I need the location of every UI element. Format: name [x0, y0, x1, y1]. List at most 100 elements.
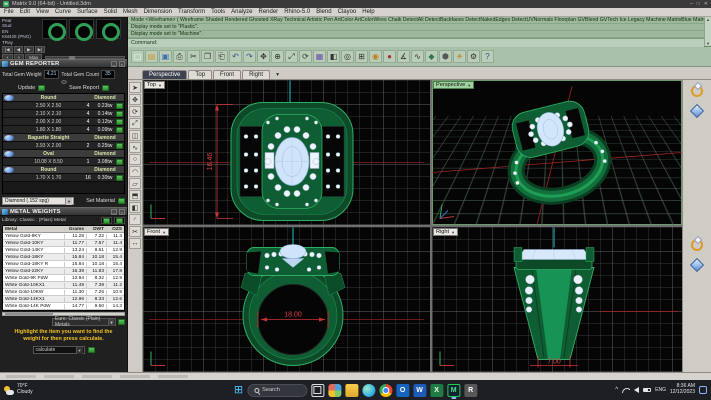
metal-table-row[interactable]: Yellow Gold-18KY 15.84 10.18 15.4: [3, 254, 124, 261]
gem-row-action-button[interactable]: [116, 159, 123, 165]
ring-thumbnail[interactable]: [96, 19, 121, 39]
gem-row-action-button[interactable]: [116, 175, 123, 181]
viewport-right-label[interactable]: Right▼: [433, 228, 458, 236]
library-nav-button[interactable]: ▶|: [35, 46, 46, 53]
set-material-button[interactable]: [118, 198, 125, 204]
panel-collapse-icon[interactable]: –: [111, 61, 117, 67]
viewport-tab[interactable]: Right: [242, 70, 270, 79]
viewport-tab[interactable]: Top: [188, 70, 212, 79]
gem-table-row[interactable]: 1.80 X 1.80 4 0.09tw: [3, 126, 124, 134]
metal-table-row[interactable]: White Gold-14K PdW 14.77 9.50 14.3: [3, 303, 124, 310]
trim-tool[interactable]: ✂: [129, 226, 141, 237]
new-file[interactable]: ▢: [131, 50, 144, 63]
menu-item[interactable]: File: [4, 9, 14, 15]
circle-tool[interactable]: ○: [129, 154, 141, 165]
metal-table-row[interactable]: White Gold-9K PdW 12.94 8.32 12.9: [3, 275, 124, 282]
viewport-perspective-label[interactable]: Perspective▼: [433, 81, 474, 89]
gem-row-action-button[interactable]: [116, 143, 123, 149]
boolean-tool[interactable]: ◧: [129, 202, 141, 213]
taskbar-clock[interactable]: 8:36 AM 12/12/2023: [670, 384, 695, 395]
panel-collapse-icon[interactable]: –: [111, 209, 117, 215]
open-file[interactable]: ▤: [145, 50, 158, 63]
gem-reporter-header[interactable]: GEM REPORTER – ▪: [0, 59, 127, 68]
menu-item[interactable]: Mesh: [123, 9, 138, 15]
grid-toggle[interactable]: ⊞: [355, 50, 368, 63]
render-tool[interactable]: ☀: [453, 50, 466, 63]
zoom-in[interactable]: ⊕: [271, 50, 284, 63]
rhino-app[interactable]: R: [464, 384, 477, 397]
close-button[interactable]: ✕: [704, 1, 708, 7]
metal-table-row[interactable]: White Gold-14KX1 12.96 8.33 12.6: [3, 296, 124, 303]
metal-table-row[interactable]: Yellow Gold-22KY 16.39 11.83 17.8: [3, 268, 124, 275]
gem-library-icon[interactable]: [688, 103, 706, 119]
metal-library-dropdown[interactable]: Euro: Classic (Plain) Metals ▼: [52, 318, 116, 326]
metal-filter-field[interactable]: [101, 217, 112, 224]
metal-table-row[interactable]: White Gold-10KX1 11.49 7.39 11.2: [3, 282, 124, 289]
notifications-icon[interactable]: [699, 386, 707, 394]
gem-table-row[interactable]: 1.70 X 1.70 16 0.30tw: [3, 174, 124, 182]
gem-loader-icon[interactable]: [688, 257, 706, 273]
scroll-up-icon[interactable]: ▲: [706, 17, 710, 22]
gem-table-row[interactable]: Round Diamond: [3, 166, 124, 174]
menu-item[interactable]: View: [36, 9, 49, 15]
material-editor[interactable]: ⚙: [467, 50, 480, 63]
solid-tools[interactable]: ⬢: [439, 50, 452, 63]
scale-tool[interactable]: ⤢: [129, 118, 141, 129]
menu-item[interactable]: Help: [362, 9, 374, 15]
outlook[interactable]: O: [396, 384, 409, 397]
command-prompt-input[interactable]: Command:: [128, 38, 704, 47]
gem-table-row[interactable]: 10.08 X 8.50 1 3.08tw: [3, 158, 124, 166]
metal-table-row[interactable]: Yellow Gold-10KY 11.77 7.57 11.4: [3, 240, 124, 247]
ring-builder-icon[interactable]: [688, 237, 706, 253]
metal-table-row[interactable]: Yellow Gold-18KY R 15.84 10.18 15.4: [3, 261, 124, 268]
metal-table-row[interactable]: Yellow Gold-14KY 13.24 8.51 12.9: [3, 247, 124, 254]
metal-table-scrollbar[interactable]: [2, 312, 125, 316]
gem-row-action-button[interactable]: [116, 119, 123, 125]
library-nav-button[interactable]: ▶: [24, 46, 33, 53]
menu-item[interactable]: Clayoo: [338, 9, 357, 15]
ring-thumbnail[interactable]: [69, 19, 94, 39]
object-snap[interactable]: ◎: [341, 50, 354, 63]
ring-library-icon[interactable]: [688, 83, 706, 99]
task-view[interactable]: [311, 384, 324, 397]
viewport-right[interactable]: Right▼: [432, 227, 682, 372]
battery-icon[interactable]: [643, 388, 651, 392]
maximize-button[interactable]: □: [697, 1, 700, 7]
menu-item[interactable]: Solid: [104, 9, 117, 15]
menu-item[interactable]: Render: [259, 9, 279, 15]
extrude-tool[interactable]: ⬒: [129, 190, 141, 201]
save[interactable]: ▣: [159, 50, 172, 63]
panel-pin-icon[interactable]: ▪: [119, 61, 125, 67]
weather-widget[interactable]: 70°F Cloudy: [4, 384, 124, 395]
widgets[interactable]: [328, 384, 341, 397]
surface-tools[interactable]: ◆: [425, 50, 438, 63]
volume-icon[interactable]: [634, 387, 639, 393]
library-nav-button[interactable]: ◀: [14, 46, 23, 53]
gem-table-row[interactable]: 3.93 X 2.00 2 0.25tw: [3, 142, 124, 150]
ring-thumbnail[interactable]: [42, 19, 67, 39]
viewport-front-label[interactable]: Front▼: [144, 228, 169, 236]
record-history[interactable]: ●: [383, 50, 396, 63]
gumball[interactable]: ◉: [369, 50, 382, 63]
menu-item[interactable]: Analyze: [231, 9, 252, 15]
rotate-view[interactable]: ⟳: [299, 50, 312, 63]
start-button[interactable]: ⊞: [234, 383, 243, 397]
language-indicator[interactable]: ENG: [655, 387, 666, 393]
viewport-tab[interactable]: Front: [213, 70, 241, 79]
edge-browser[interactable]: [362, 384, 375, 397]
menu-item[interactable]: Tools: [211, 9, 225, 15]
wifi-icon[interactable]: [622, 388, 630, 393]
update-button[interactable]: [38, 85, 45, 91]
display-mode[interactable]: ◧: [327, 50, 340, 63]
gem-table-row[interactable]: Round Diamond: [3, 94, 124, 102]
gem-table-row[interactable]: Baguette Straight Diamond: [3, 134, 124, 142]
print[interactable]: ⎙: [173, 50, 186, 63]
measure[interactable]: ∡: [397, 50, 410, 63]
calculate-dropdown[interactable]: calculate ▼: [33, 346, 85, 354]
menu-item[interactable]: Edit: [20, 9, 30, 15]
gem-row-action-button[interactable]: [116, 111, 123, 117]
viewport-tab[interactable]: Perspective: [142, 70, 187, 79]
metal-weights-header[interactable]: METAL WEIGHTS – ▪: [0, 207, 127, 216]
fillet-tool[interactable]: ◜: [129, 214, 141, 225]
arc-tool[interactable]: ◠: [129, 166, 141, 177]
